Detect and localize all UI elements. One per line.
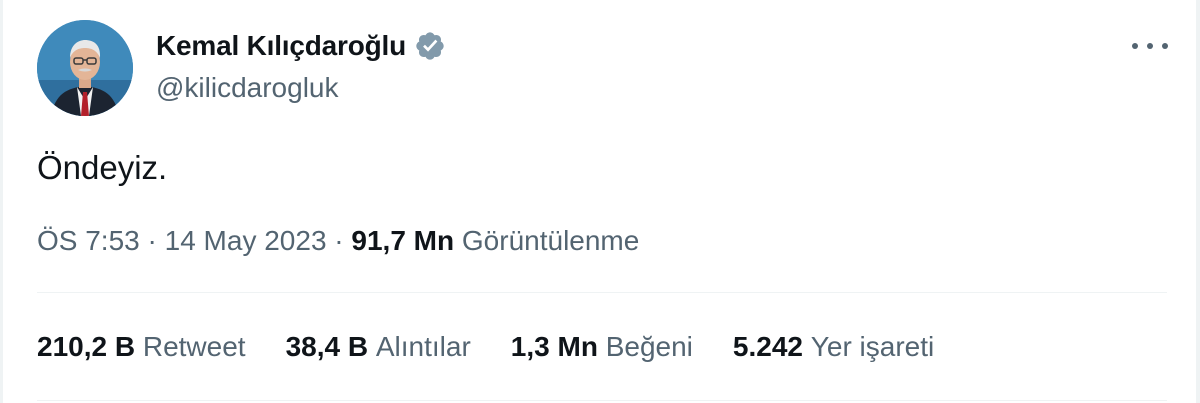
- more-dot: [1147, 43, 1153, 49]
- tweet-text: Öndeyiz.: [37, 149, 168, 186]
- more-horizontal-icon[interactable]: [1132, 34, 1168, 58]
- tweet-card: Kemal Kılıçdaroğlu @kilicdarogluk Öndeyi…: [0, 0, 1200, 403]
- tweet-time[interactable]: ÖS 7:53: [37, 225, 140, 256]
- tweet-meta: ÖS 7:53 · 14 May 2023 · 91,7 Mn Görüntül…: [37, 222, 639, 260]
- avatar[interactable]: [37, 20, 133, 116]
- meta-separator: ·: [139, 225, 165, 256]
- likes-count: 1,3 Mn: [510, 331, 598, 362]
- likes-stat[interactable]: 1,3 Mn Beğeni: [511, 328, 693, 366]
- quotes-count: 38,4 B: [285, 331, 369, 362]
- divider: [37, 292, 1167, 293]
- meta-separator: ·: [326, 225, 352, 256]
- card-border-right: [1196, 0, 1200, 403]
- bookmarks-stat[interactable]: 5.242 Yer işareti: [733, 328, 934, 366]
- retweets-stat[interactable]: 210,2 B Retweet: [37, 328, 246, 366]
- views-count: 91,7 Mn: [351, 225, 455, 256]
- card-border-left: [0, 0, 3, 403]
- tweet-date[interactable]: 14 May 2023: [165, 225, 327, 256]
- retweets-count: 210,2 B: [37, 331, 136, 362]
- bookmarks-label: Yer işareti: [810, 331, 935, 362]
- quotes-stat[interactable]: 38,4 B Alıntılar: [286, 328, 471, 366]
- author-handle[interactable]: @kilicdarogluk: [156, 70, 339, 106]
- quotes-label: Alıntılar: [375, 331, 471, 362]
- bookmarks-count: 5.242: [732, 331, 803, 362]
- avatar-image: [37, 20, 133, 116]
- engagement-stats: 210,2 B Retweet 38,4 B Alıntılar 1,3 Mn …: [37, 328, 974, 366]
- verified-badge-icon[interactable]: [414, 30, 446, 62]
- divider: [37, 400, 1167, 401]
- more-dot: [1132, 43, 1138, 49]
- author-name-row: Kemal Kılıçdaroğlu: [156, 28, 446, 64]
- more-dot: [1162, 43, 1168, 49]
- likes-label: Beğeni: [605, 331, 693, 362]
- views-label: Görüntülenme: [461, 225, 640, 256]
- author-display-name[interactable]: Kemal Kılıçdaroğlu: [156, 28, 406, 64]
- retweets-label: Retweet: [142, 331, 246, 362]
